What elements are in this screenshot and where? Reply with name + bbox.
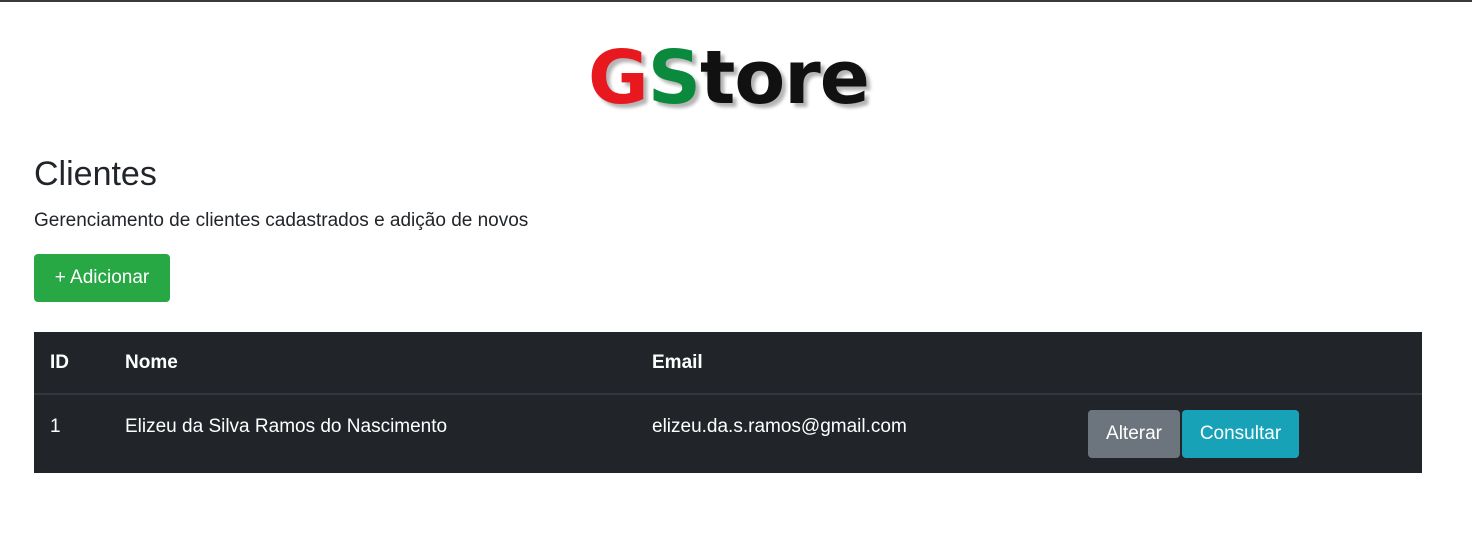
alterar-button[interactable]: Alterar — [1088, 410, 1180, 458]
logo-letter-s: S — [647, 35, 701, 121]
clients-table: ID Nome Email 1 Elizeu da Silva Ramos do… — [34, 332, 1422, 473]
top-border — [0, 0, 1472, 2]
column-header-email: Email — [636, 332, 1062, 395]
cell-nome: Elizeu da Silva Ramos do Nascimento — [125, 416, 448, 437]
cell-actions: Alterar Consultar — [1062, 394, 1422, 473]
page-subtitle: Gerenciamento de clientes cadastrados e … — [34, 210, 529, 231]
cell-email: elizeu.da.s.ramos@gmail.com — [652, 416, 907, 437]
gstore-logo: GStore — [588, 38, 878, 118]
consultar-button[interactable]: Consultar — [1182, 410, 1299, 458]
column-header-actions — [1062, 332, 1422, 395]
page-title: Clientes — [34, 155, 157, 193]
table-row: 1 Elizeu da Silva Ramos do Nascimento el… — [34, 394, 1422, 473]
add-client-button[interactable]: + Adicionar — [34, 254, 170, 302]
cell-id: 1 — [50, 416, 61, 437]
column-header-id: ID — [34, 332, 109, 395]
table-header-row: ID Nome Email — [34, 332, 1422, 395]
column-header-nome: Nome — [109, 332, 636, 395]
clients-table-grid: ID Nome Email 1 Elizeu da Silva Ramos do… — [34, 332, 1422, 473]
logo-text-rest: tore — [700, 35, 870, 121]
logo-letter-g: G — [588, 35, 649, 121]
